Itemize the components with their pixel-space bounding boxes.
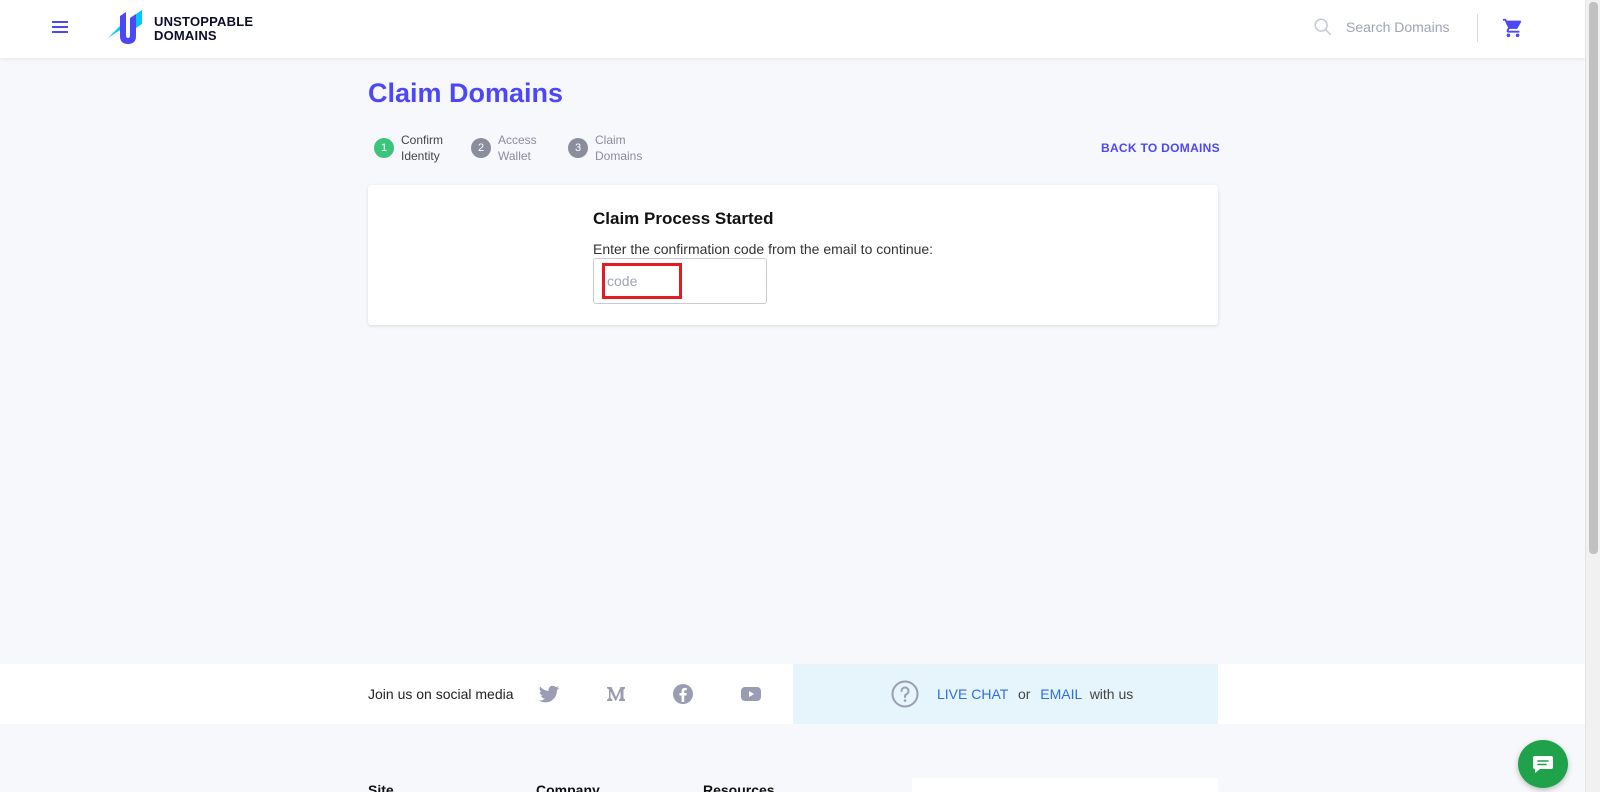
step-label-line-1: Confirm bbox=[401, 133, 444, 147]
back-to-domains-link[interactable]: BACK TO DOMAINS bbox=[1101, 141, 1220, 155]
cart-icon[interactable] bbox=[1502, 17, 1524, 39]
code-field[interactable] bbox=[593, 258, 767, 304]
twitter-icon[interactable] bbox=[537, 682, 561, 706]
step-label: Confirm Identity bbox=[401, 132, 453, 164]
top-header: UNSTOPPABLE DOMAINS Search Domains bbox=[0, 0, 1585, 58]
social-strip: Join us on social media LIVE CHAT or EMA… bbox=[0, 664, 1585, 724]
footer-column-resources: Resources bbox=[703, 782, 775, 792]
search-input[interactable]: Search Domains bbox=[1346, 19, 1450, 35]
step-label-line-2: Identity bbox=[401, 149, 440, 163]
step-number: 3 bbox=[568, 138, 588, 158]
logo-line-1: UNSTOPPABLE bbox=[154, 14, 254, 29]
code-input[interactable] bbox=[602, 263, 682, 299]
claim-card: Claim Process Started Enter the confirma… bbox=[368, 185, 1218, 325]
logo-text: UNSTOPPABLE DOMAINS bbox=[154, 15, 253, 43]
step-label: Access Wallet bbox=[498, 132, 550, 164]
help-box: LIVE CHAT or EMAIL with us bbox=[793, 664, 1218, 724]
help-question-icon bbox=[891, 680, 919, 708]
step-claim-domains: 3 Claim Domains bbox=[568, 132, 647, 164]
email-link[interactable]: EMAIL bbox=[1040, 686, 1082, 702]
footer-column-site: Site bbox=[368, 782, 394, 792]
header-divider bbox=[1477, 14, 1478, 42]
footer-card bbox=[912, 778, 1218, 792]
card-heading: Claim Process Started bbox=[593, 209, 774, 228]
step-number: 2 bbox=[471, 138, 491, 158]
chat-button[interactable] bbox=[1518, 740, 1568, 788]
youtube-icon[interactable] bbox=[739, 682, 763, 706]
footer-column-company: Company bbox=[536, 782, 600, 792]
step-label-line-1: Claim bbox=[595, 133, 626, 147]
help-text: LIVE CHAT or EMAIL with us bbox=[937, 686, 1133, 702]
scrollbar-thumb[interactable] bbox=[1589, 2, 1598, 554]
search-icon bbox=[1314, 18, 1332, 36]
step-label-line-1: Access bbox=[498, 133, 537, 147]
logo-line-2: DOMAINS bbox=[154, 28, 217, 43]
facebook-icon[interactable] bbox=[671, 682, 695, 706]
step-label: Claim Domains bbox=[595, 132, 647, 164]
step-label-line-2: Domains bbox=[595, 149, 643, 163]
step-label-line-2: Wallet bbox=[498, 149, 531, 163]
page-title: Claim Domains bbox=[368, 78, 564, 108]
page-scrollbar[interactable] bbox=[1585, 0, 1600, 792]
step-confirm-identity: 1 Confirm Identity bbox=[374, 132, 453, 164]
social-label: Join us on social media bbox=[368, 686, 514, 702]
medium-icon[interactable] bbox=[604, 682, 628, 706]
unstoppable-logo-icon bbox=[108, 10, 142, 44]
claim-stepper: 1 Confirm Identity 2 Access Wallet 3 Cla… bbox=[374, 132, 665, 164]
help-suffix-text: with us bbox=[1089, 686, 1134, 702]
live-chat-link[interactable]: LIVE CHAT bbox=[937, 686, 1008, 702]
card-instruction: Enter the confirmation code from the ema… bbox=[593, 241, 934, 257]
step-access-wallet: 2 Access Wallet bbox=[471, 132, 550, 164]
help-or-text: or bbox=[1017, 686, 1031, 702]
hamburger-menu-icon[interactable] bbox=[48, 18, 72, 40]
step-number: 1 bbox=[374, 138, 394, 158]
chat-bubble-icon bbox=[1533, 756, 1553, 773]
search-bar[interactable]: Search Domains bbox=[1312, 16, 1450, 38]
logo[interactable]: UNSTOPPABLE DOMAINS bbox=[106, 10, 253, 48]
